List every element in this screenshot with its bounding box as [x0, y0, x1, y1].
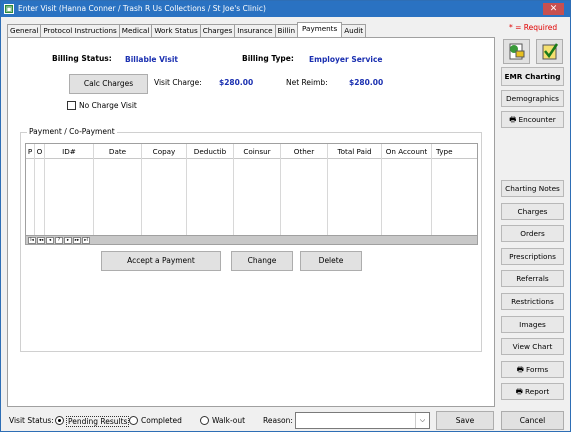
col-header-copay: Copay [152, 147, 176, 156]
orders-button[interactable]: Orders [501, 225, 564, 242]
col-on-account: On Account [382, 144, 432, 235]
nav-next-page-icon[interactable]: ▸▸ [73, 237, 81, 244]
nav-help-icon[interactable]: ? [55, 237, 63, 244]
walkout-radio[interactable] [200, 416, 209, 425]
tab-strip: General Protocol Instructions Medical Wo… [7, 22, 367, 37]
tab-general[interactable]: General [7, 24, 42, 37]
col-id: ID# [45, 144, 94, 235]
col-header-coinsur: Coinsur [243, 147, 271, 156]
col-header-o: O [36, 147, 43, 156]
visit-status-label: Visit Status: [9, 416, 54, 425]
demographics-button[interactable]: Demographics [501, 90, 564, 107]
tab-medical[interactable]: Medical [118, 24, 153, 37]
col-copay: Copay [142, 144, 187, 235]
col-header-date: Date [108, 147, 127, 156]
printer-icon: 🖶 [515, 387, 525, 396]
nav-first-icon[interactable]: I◂ [28, 237, 36, 244]
printer-icon: 🖶 [516, 365, 527, 374]
cancel-button[interactable]: Cancel [501, 411, 564, 430]
report-label: Report [525, 387, 550, 396]
reason-select[interactable]: ⌵ [295, 412, 430, 429]
forms-button[interactable]: 🖶 Forms [501, 361, 564, 378]
nav-prev-icon[interactable]: ◂ [46, 237, 54, 244]
completed-radio[interactable] [129, 416, 138, 425]
tab-billing[interactable]: Billin [274, 24, 299, 37]
charting-notes-button[interactable]: Charting Notes [501, 180, 564, 197]
col-other: Other [281, 144, 328, 235]
payment-group-title: Payment / Co-Payment [27, 127, 117, 136]
referrals-button[interactable]: Referrals [501, 270, 564, 287]
delete-button[interactable]: Delete [300, 251, 362, 271]
billing-status-label: Billing Status: [52, 54, 112, 63]
encounter-label: Encounter [518, 115, 556, 124]
report-button[interactable]: 🖶 Report [501, 383, 564, 400]
tab-insurance[interactable]: Insurance [234, 24, 276, 37]
required-note: * = Required [509, 23, 558, 32]
col-coinsur: Coinsur [234, 144, 281, 235]
forms-label: Forms [526, 365, 549, 374]
title-bar[interactable]: ▣ Enter Visit (Hanna Conner / Trash R Us… [1, 1, 570, 17]
net-reimb-value: $280.00 [349, 78, 384, 87]
completed-label: Completed [141, 416, 182, 425]
tab-payments[interactable]: Payments [297, 22, 343, 37]
charges-button[interactable]: Charges [501, 203, 564, 220]
enter-visit-window: ▣ Enter Visit (Hanna Conner / Trash R Us… [0, 0, 571, 432]
billing-status-value: Billable Visit [125, 55, 178, 64]
col-header-type: Type [436, 147, 453, 156]
visit-charge-label: Visit Charge: [154, 78, 202, 87]
no-charge-label: No Charge Visit [79, 101, 137, 110]
footer-bar: Visit Status: Pending Results Completed … [1, 410, 570, 432]
view-chart-button[interactable]: View Chart [501, 338, 564, 355]
col-header-other: Other [293, 147, 315, 156]
calc-charges-button[interactable]: Calc Charges [69, 74, 148, 94]
nav-next-icon[interactable]: ▸ [64, 237, 72, 244]
tab-audit[interactable]: Audit [341, 24, 367, 37]
col-header-id: ID# [62, 147, 76, 156]
payment-grid[interactable]: P O ID# Date Copay Deductib Coinsur Othe… [25, 143, 478, 245]
grid-navigator: I◂ ◂◂ ◂ ? ▸ ▸▸ ▸I [26, 235, 477, 244]
reason-label: Reason: [263, 416, 293, 425]
tab-work-status[interactable]: Work Status [151, 24, 201, 37]
col-header-on-account: On Account [385, 147, 428, 156]
tab-protocol-instructions[interactable]: Protocol Instructions [40, 24, 120, 37]
chevron-down-icon[interactable]: ⌵ [415, 413, 429, 428]
nav-prev-page-icon[interactable]: ◂◂ [37, 237, 45, 244]
col-date: Date [94, 144, 142, 235]
tab-charges[interactable]: Charges [199, 24, 236, 37]
restrictions-button[interactable]: Restrictions [501, 293, 564, 310]
images-button[interactable]: Images [501, 316, 564, 333]
encounter-button[interactable]: 🖶 Encounter [501, 111, 564, 128]
app-icon: ▣ [4, 4, 14, 14]
prescriptions-button[interactable]: Prescriptions [501, 248, 564, 265]
checkmark-doc-icon [542, 43, 559, 60]
walkout-label: Walk-out [212, 416, 246, 425]
pending-results-radio[interactable] [55, 416, 64, 425]
accept-payment-button[interactable]: Accept a Payment [101, 251, 221, 271]
col-p: P [26, 144, 35, 235]
payments-panel: Billing Status: Billable Visit Billing T… [7, 37, 495, 407]
col-o: O [35, 144, 45, 235]
sign-chart-button[interactable] [536, 39, 563, 64]
col-header-deductib: Deductib [193, 147, 227, 156]
nav-last-icon[interactable]: ▸I [82, 237, 90, 244]
payment-group: Payment / Co-Payment P O ID# Date Copay … [20, 127, 482, 352]
col-type: Type [432, 144, 479, 235]
emr-charting-button[interactable]: EMR Charting [501, 67, 564, 86]
col-total-paid: Total Paid [328, 144, 382, 235]
net-reimb-label: Net Reimb: [286, 78, 328, 87]
billing-type-value: Employer Service [309, 55, 383, 64]
window-title: Enter Visit (Hanna Conner / Trash R Us C… [18, 4, 266, 13]
col-deductib: Deductib [187, 144, 234, 235]
refresh-chart-button[interactable] [503, 39, 530, 64]
col-header-total-paid: Total Paid [337, 147, 372, 156]
save-button[interactable]: Save [436, 411, 494, 430]
col-header-p: P [27, 147, 33, 156]
no-charge-checkbox[interactable] [67, 101, 76, 110]
pending-results-label: Pending Results [66, 416, 130, 427]
chart-refresh-icon [509, 43, 525, 60]
close-button[interactable]: ✕ [543, 3, 564, 15]
billing-type-label: Billing Type: [242, 54, 294, 63]
change-button[interactable]: Change [231, 251, 293, 271]
visit-charge-value: $280.00 [219, 78, 254, 87]
